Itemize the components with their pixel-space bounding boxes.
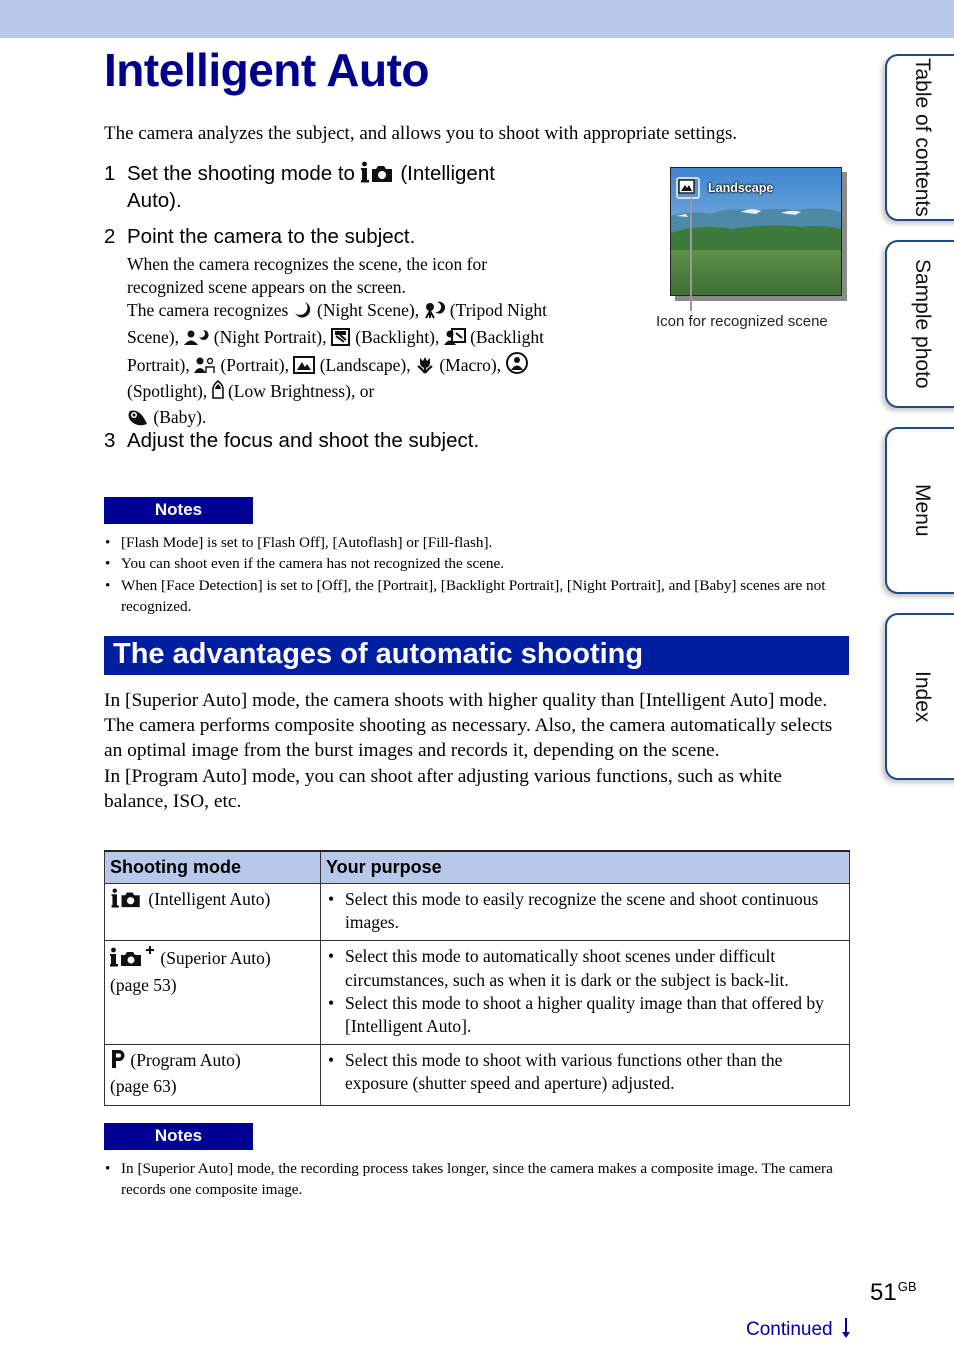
step-number: 1 [104, 162, 116, 185]
mode-name: (Program Auto) [130, 1050, 241, 1071]
step-number: 3 [104, 429, 116, 452]
scene-label: (Low Brightness), or [227, 381, 375, 402]
step-number: 2 [104, 225, 116, 248]
recognition-description: When the camera recognizes the scene, th… [127, 254, 488, 298]
mode-name: (Superior Auto) [160, 948, 271, 969]
tab-label: Table of contents [911, 58, 934, 217]
backlight-icon [330, 327, 351, 352]
note-item: [Flash Mode] is set to [Flash Off], [Aut… [104, 532, 849, 554]
intelligent-auto-icon [110, 888, 144, 914]
scene-name-overlay: Landscape [708, 181, 774, 195]
scene-list: The camera recognizes (Night Scene), (Tr… [127, 299, 567, 432]
page-reference[interactable]: (page 63) [110, 1076, 177, 1096]
purpose-cell: Select this mode to automatically shoot … [320, 940, 850, 1046]
camera-screen-illustration: Landscape [670, 167, 847, 301]
notes-list: [Flash Mode] is set to [Flash Off], [Aut… [104, 532, 849, 617]
spotlight-icon [505, 351, 529, 380]
callout-label: Icon for recognized scene [656, 313, 828, 330]
note-item: You can shoot even if the camera has not… [104, 553, 849, 575]
scene-label: (Macro), [439, 354, 502, 375]
intro-text: The camera analyzes the subject, and all… [104, 123, 738, 144]
table-row: (Superior Auto) (page 53) Select this mo… [104, 940, 850, 1046]
column-header: Shooting mode [104, 850, 321, 884]
section-heading-bar: The advantages of automatic shooting [104, 636, 849, 675]
low-brightness-icon [211, 379, 224, 406]
table-header-row: Shooting mode Your purpose [104, 850, 850, 884]
step-text: Set the shooting mode to [127, 162, 355, 185]
step-text: Point the camera to the subject. [127, 225, 416, 248]
scene-label: (Night Portrait), [213, 326, 327, 347]
macro-icon [415, 356, 435, 380]
step-text: Adjust the focus and shoot the subject. [127, 429, 480, 452]
tab-index[interactable]: Index [885, 613, 954, 780]
tripod-night-scene-icon [423, 301, 446, 325]
tab-table-of-contents[interactable]: Table of contents [885, 54, 954, 221]
continued-link[interactable]: Continued [746, 1317, 851, 1345]
scene-label: (Landscape), [319, 354, 411, 375]
arrow-down-icon [841, 1317, 851, 1345]
step-2-detail: When the camera recognizes the scene, th… [127, 253, 567, 432]
program-auto-icon [110, 1049, 126, 1075]
notes-badge: Notes [104, 497, 253, 524]
tab-sample-photo[interactable]: Sample photo [885, 240, 954, 408]
shooting-mode-table: Shooting mode Your purpose (Intelligent … [104, 850, 850, 1106]
scene-label: (Backlight), [355, 326, 440, 347]
night-scene-icon [293, 301, 313, 325]
landscape-photo: Landscape [670, 167, 842, 296]
tab-label: Sample photo [911, 259, 934, 389]
backlight-portrait-icon [443, 327, 466, 352]
tab-menu[interactable]: Menu [885, 427, 954, 594]
page-number-value: 51 [870, 1279, 897, 1306]
intelligent-auto-icon [360, 161, 395, 190]
notes-list: In [Superior Auto] mode, the recording p… [104, 1158, 849, 1201]
mode-cell: (Intelligent Auto) [104, 882, 321, 942]
purpose-cell: Select this mode to easily recognize the… [320, 882, 850, 942]
paragraph: In [Program Auto] mode, you can shoot af… [104, 765, 782, 812]
recognized-scene-icon-box [676, 177, 700, 199]
mode-cell: (Program Auto) (page 63) [104, 1044, 321, 1106]
purpose-item: Select this mode to automatically shoot … [326, 945, 844, 991]
callout-line [690, 198, 692, 311]
note-item: When [Face Detection] is set to [Off], t… [104, 575, 849, 618]
superior-auto-icon [110, 945, 156, 973]
purpose-item: Select this mode to shoot a higher quali… [326, 992, 844, 1038]
mode-cell: (Superior Auto) (page 53) [104, 940, 321, 1046]
purpose-cell: Select this mode to shoot with various f… [320, 1044, 850, 1106]
header-band [0, 0, 954, 38]
page-number: 51GB [870, 1279, 917, 1307]
scene-label: (Night Scene), [317, 300, 420, 321]
purpose-item: Select this mode to shoot with various f… [326, 1049, 844, 1095]
continued-label: Continued [746, 1319, 833, 1340]
purpose-item: Select this mode to easily recognize the… [326, 888, 844, 934]
tab-label: Menu [911, 484, 934, 537]
page-title: Intelligent Auto [104, 44, 430, 96]
notes-badge: Notes [104, 1123, 253, 1150]
paragraph: In [Superior Auto] mode, the camera shoo… [104, 690, 833, 762]
tab-label: Index [911, 670, 934, 723]
note-item: In [Superior Auto] mode, the recording p… [104, 1158, 849, 1201]
step-text-line2: Auto). [127, 189, 182, 212]
scene-label: (Baby). [153, 407, 207, 428]
section-body: In [Superior Auto] mode, the camera shoo… [104, 688, 849, 814]
page-number-suffix: GB [897, 1279, 917, 1294]
table-row: (Intelligent Auto) Select this mode to e… [104, 882, 850, 942]
scene-label: (Spotlight), [127, 381, 208, 402]
portrait-icon [194, 356, 216, 380]
column-header: Your purpose [320, 850, 850, 884]
scene-list-prefix: The camera recognizes [127, 300, 289, 321]
night-portrait-icon [183, 328, 209, 352]
scene-label: (Portrait), [220, 354, 289, 375]
table-row: (Program Auto) (page 63) Select this mod… [104, 1044, 850, 1106]
page-reference[interactable]: (page 53) [110, 975, 177, 995]
mode-name: (Intelligent Auto) [148, 889, 271, 909]
landscape-icon [293, 355, 316, 380]
step-text-after: (Intelligent [400, 162, 495, 185]
section-heading: The advantages of automatic shooting [113, 638, 644, 670]
